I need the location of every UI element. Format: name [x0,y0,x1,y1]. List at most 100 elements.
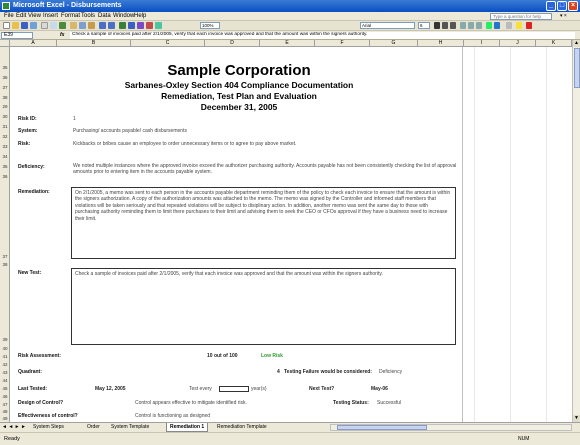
scroll-down-icon[interactable]: ▼ [573,415,580,422]
sort-icon[interactable] [137,22,144,29]
menu-format[interactable]: Format [61,13,80,19]
column-header[interactable]: J [500,40,536,47]
underline-icon[interactable] [450,22,456,29]
bold-icon[interactable] [434,22,440,29]
testing-failure-value[interactable]: Deficiency [379,369,402,375]
autosum-icon[interactable] [128,22,135,29]
row-header[interactable]: 31 [0,124,10,129]
horizontal-scroll-thumb[interactable] [337,425,427,430]
percent-icon[interactable] [494,22,500,29]
column-header[interactable]: A [10,40,57,47]
zoom-select[interactable]: 100% [200,22,220,29]
font-name-select[interactable]: Arial [360,22,415,29]
row-header[interactable]: 47 [0,402,10,407]
select-all-corner[interactable] [0,40,10,47]
name-box[interactable]: E39 [1,32,33,39]
new-icon[interactable] [3,22,10,29]
spelling-icon[interactable] [59,22,66,29]
drawing-icon[interactable] [155,22,162,29]
menu-insert[interactable]: Insert [43,13,58,19]
vertical-scrollbar[interactable]: ▲ ▼ [572,40,580,422]
row-header[interactable]: 36 [0,75,10,80]
help-search-input[interactable]: Type a question for help [490,13,552,20]
column-header[interactable]: B [57,40,131,47]
next-test-value[interactable]: May-06 [371,386,388,392]
design-value[interactable]: Control appears effective to mitigate id… [135,400,247,406]
undo-icon[interactable] [99,22,106,29]
row-header[interactable]: 43 [0,370,10,375]
align-left-icon[interactable] [460,22,466,29]
tab-order[interactable]: Order [84,423,103,432]
row-header[interactable]: 46 [0,394,10,399]
menu-file[interactable]: File [4,13,14,19]
row-header[interactable]: 41 [0,354,10,359]
remediation-textbox[interactable]: On 2/1/2005, a memo was sent to each per… [71,187,456,259]
permission-icon[interactable] [30,22,37,29]
risk-id-value[interactable]: 1 [73,116,76,122]
menu-window[interactable]: Window [113,13,134,19]
font-color-icon[interactable] [526,22,532,29]
italic-icon[interactable] [442,22,448,29]
align-right-icon[interactable] [476,22,482,29]
row-header[interactable]: 49 [0,416,10,421]
row-header[interactable]: 37 [0,254,10,259]
menu-help[interactable]: Help [134,13,146,19]
tab-remediation-template[interactable]: Remediation Template [214,423,270,432]
column-header[interactable]: D [205,40,260,47]
currency-icon[interactable] [486,22,492,29]
new-test-textbox[interactable]: Check a sample of invoices paid after 2/… [71,268,456,345]
scroll-thumb[interactable] [574,48,580,88]
menu-data[interactable]: Data [98,13,111,19]
row-header[interactable]: 35 [0,65,10,70]
paste-icon[interactable] [88,22,95,29]
tab-system-template[interactable]: System Template [108,423,152,432]
fill-color-icon[interactable] [516,22,522,29]
menu-tools[interactable]: Tools [81,13,95,19]
worksheet-grid[interactable]: Sample Corporation Sarbanes-Oxley Sectio… [10,47,572,422]
maximize-button[interactable]: □ [557,1,567,11]
row-header[interactable]: 38 [0,95,10,100]
align-center-icon[interactable] [468,22,474,29]
risk-value[interactable]: Kickbacks or bribes cause an employee to… [73,141,296,147]
tab-system-steps[interactable]: System Steps [30,423,67,432]
copy-icon[interactable] [79,22,86,29]
chart-wizard-icon[interactable] [146,22,153,29]
help-close-icon[interactable]: ▾ × [560,13,567,19]
quadrant-value[interactable]: 4 [277,369,280,375]
hyperlink-icon[interactable] [119,22,126,29]
cut-icon[interactable] [70,22,77,29]
open-icon[interactable] [12,22,19,29]
tab-remediation-1[interactable]: Remediation 1 [166,423,209,432]
row-header[interactable]: 38 [0,262,10,267]
minimize-button[interactable]: _ [546,1,556,11]
formula-input[interactable]: Check a sample of invoices paid after 2/… [70,32,575,39]
test-every-input[interactable] [219,386,249,392]
row-header[interactable]: 42 [0,362,10,367]
borders-icon[interactable] [506,22,512,29]
column-header[interactable]: K [536,40,572,47]
system-value[interactable]: Purchasing/ accounts payable/ cash disbu… [73,128,187,134]
menu-view[interactable]: View [28,13,41,19]
font-size-select[interactable]: 6 [418,22,430,29]
row-header[interactable]: 34 [0,154,10,159]
print-icon[interactable] [41,22,48,29]
row-header[interactable]: 32 [0,134,10,139]
tab-scroll-icons[interactable]: ◄ ◄ ► ► [2,424,26,430]
row-header[interactable]: 40 [0,346,10,351]
row-header[interactable]: 44 [0,378,10,383]
effectiveness-value[interactable]: Control is functioning as designed [135,413,210,419]
row-header[interactable]: 30 [0,114,10,119]
last-tested-value[interactable]: May 12, 2005 [95,386,126,392]
row-header[interactable]: 48 [0,409,10,414]
column-header[interactable]: C [131,40,205,47]
row-header[interactable]: 33 [0,144,10,149]
column-header[interactable]: G [370,40,418,47]
close-button[interactable]: × [568,1,578,11]
horizontal-scrollbar[interactable] [330,424,572,431]
testing-status-value[interactable]: Successful [377,400,401,406]
deficiency-value[interactable]: We noted multiple instances where the ap… [73,163,458,176]
row-header[interactable]: 29 [0,104,10,109]
print-preview-icon[interactable] [50,22,57,29]
row-header[interactable]: 36 [0,174,10,179]
row-header[interactable]: 37 [0,85,10,90]
